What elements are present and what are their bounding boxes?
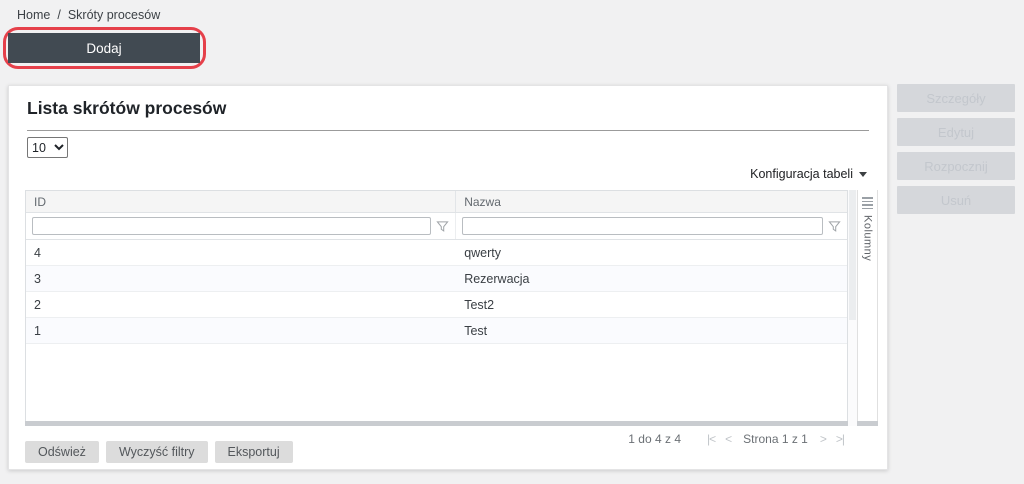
table-empty-area [26, 344, 847, 425]
vertical-scrollbar-track[interactable] [848, 190, 857, 426]
breadcrumb: Home / Skróty procesów [17, 8, 160, 22]
data-table: ID Nazwa 4 qwerty 3 Rezerwacja 2 Test2 1… [25, 190, 878, 426]
page-size-select[interactable]: 10 [27, 137, 68, 158]
grip-lines-icon [862, 197, 873, 209]
table-filter-row [26, 213, 847, 240]
pagination-range-label: 1 do 4 z 4 [628, 432, 681, 446]
cell-nazwa: Test2 [464, 297, 495, 312]
clear-filters-button[interactable]: Wyczyść filtry [105, 441, 208, 463]
table-row[interactable]: 1 Test [26, 318, 847, 344]
breadcrumb-home-link[interactable]: Home [17, 8, 50, 22]
table-config-dropdown[interactable]: Konfiguracja tabeli [750, 167, 867, 181]
column-header-id[interactable]: ID [26, 191, 457, 212]
cell-id: 2 [34, 297, 41, 312]
edit-button[interactable]: Edytuj [897, 118, 1015, 146]
columns-tab-label: Kolumny [861, 215, 874, 262]
pagination: 1 do 4 z 4 |< < Strona 1 z 1 > >| [628, 432, 845, 446]
start-button[interactable]: Rozpocznij [897, 152, 1015, 180]
title-divider [27, 130, 869, 131]
table-header-row: ID Nazwa [26, 191, 847, 213]
panel-title: Lista skrótów procesów [27, 98, 227, 118]
cell-id: 4 [34, 245, 41, 260]
add-button[interactable]: Dodaj [8, 33, 200, 63]
id-filter-input[interactable] [32, 217, 432, 235]
pagination-page-label: Strona 1 z 1 [743, 432, 808, 446]
first-page-button[interactable]: |< [707, 432, 716, 446]
column-header-nazwa[interactable]: Nazwa [456, 191, 847, 212]
cell-id: 3 [34, 271, 41, 286]
delete-button[interactable]: Usuń [897, 186, 1015, 214]
cell-id: 1 [34, 323, 41, 338]
cell-nazwa: Test [464, 323, 488, 338]
vertical-scrollbar-thumb[interactable] [849, 190, 856, 320]
columns-side-tab[interactable]: Kolumny [857, 190, 878, 426]
next-page-button[interactable]: > [820, 432, 827, 446]
export-button[interactable]: Eksportuj [214, 441, 293, 463]
table-config-label: Konfiguracja tabeli [750, 167, 853, 181]
chevron-down-icon [859, 171, 867, 177]
last-page-button[interactable]: >| [836, 432, 845, 446]
table-row[interactable]: 2 Test2 [26, 292, 847, 318]
refresh-button[interactable]: Odśwież [25, 441, 99, 463]
table-row[interactable]: 4 qwerty [26, 240, 847, 266]
process-shortcuts-panel: Lista skrótów procesów 10 Konfiguracja t… [8, 85, 888, 470]
previous-page-button[interactable]: < [725, 432, 732, 446]
cell-nazwa: Rezerwacja [464, 271, 530, 286]
filter-icon[interactable] [828, 220, 841, 233]
breadcrumb-current: Skróty procesów [67, 8, 161, 22]
table-footer-actions: Odśwież Wyczyść filtry Eksportuj [25, 441, 293, 463]
horizontal-scrollbar[interactable] [25, 421, 878, 426]
details-button[interactable]: Szczegóły [897, 84, 1015, 112]
breadcrumb-separator: / [57, 8, 61, 22]
page: Home / Skróty procesów Dodaj Lista skrót… [0, 0, 1024, 484]
filter-cell-nazwa [456, 213, 847, 239]
filter-cell-id [26, 213, 457, 239]
table-container: ID Nazwa 4 qwerty 3 Rezerwacja 2 Test2 1… [25, 190, 878, 426]
filter-icon[interactable] [436, 220, 449, 233]
table-row[interactable]: 3 Rezerwacja [26, 266, 847, 292]
nazwa-filter-input[interactable] [462, 217, 823, 235]
cell-nazwa: qwerty [464, 245, 502, 260]
